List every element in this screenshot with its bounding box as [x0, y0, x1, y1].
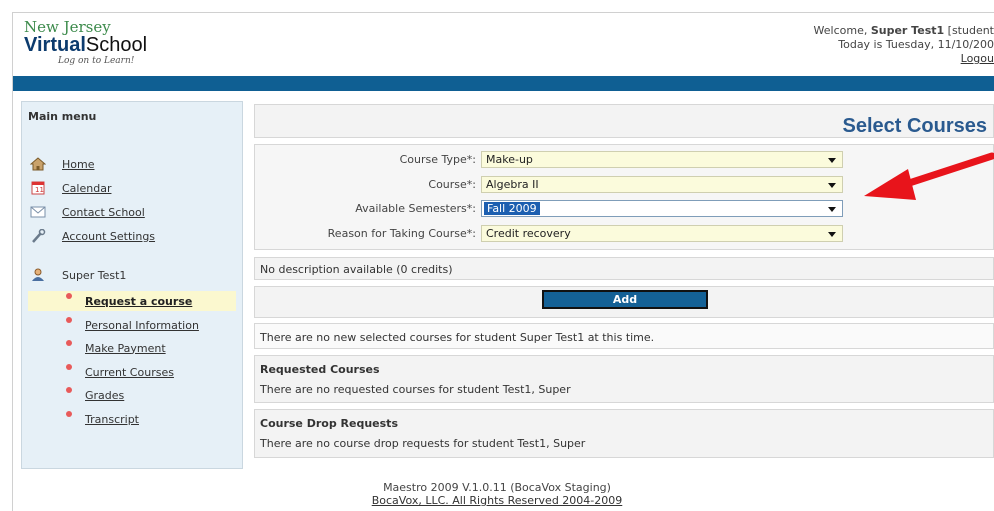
drop-requests-text: There are no course drop requests for st…	[260, 437, 586, 450]
add-button[interactable]: Add	[542, 290, 708, 309]
reason-label: Reason for Taking Course*:	[327, 227, 476, 240]
sidebar-item-current-courses[interactable]: Current Courses	[28, 362, 236, 382]
bullet-icon	[66, 387, 72, 393]
welcome-block: Welcome, Super Test1 [student Today is T…	[813, 24, 994, 65]
requested-courses-text: There are no requested courses for stude…	[260, 383, 571, 396]
main-menu-title: Main menu	[28, 110, 97, 123]
logo-line2: VirtualSchool	[24, 34, 148, 56]
copyright-link[interactable]: BocaVox, LLC. All Rights Reserved 2004-2…	[372, 494, 623, 507]
chevron-down-icon	[828, 158, 836, 163]
drop-requests-panel: Course Drop Requests There are no course…	[254, 409, 994, 458]
sidebar-item-make-payment[interactable]: Make Payment	[28, 338, 236, 358]
course-type-label: Course Type*:	[399, 153, 476, 166]
bullet-icon	[66, 364, 72, 370]
logo-line1: New Jersey	[24, 18, 111, 36]
drop-requests-heading: Course Drop Requests	[260, 417, 398, 430]
user-name: Super Test1	[870, 24, 945, 37]
bullet-icon	[66, 293, 72, 299]
sidebar-item-request-course[interactable]: Request a course	[28, 291, 236, 311]
annotation-arrow-icon	[864, 152, 994, 200]
title-panel: Select Courses	[254, 104, 994, 138]
page-title: Select Courses	[842, 115, 987, 137]
current-date: Today is Tuesday, 11/10/200	[838, 38, 994, 51]
requested-courses-heading: Requested Courses	[260, 363, 380, 376]
sidebar-item-personal-information[interactable]: Personal Information	[28, 315, 236, 335]
logout-link[interactable]: Logou	[961, 52, 994, 65]
course-type-select[interactable]: Make-up	[481, 151, 843, 168]
sidebar-item-grades[interactable]: Grades	[28, 385, 236, 405]
footer-version: Maestro 2009 V.1.0.11 (BocaVox Staging)	[383, 481, 611, 494]
user-icon	[30, 268, 46, 282]
chevron-down-icon	[828, 183, 836, 188]
course-label: Course*:	[428, 178, 476, 191]
bullet-icon	[66, 340, 72, 346]
requested-courses-panel: Requested Courses There are no requested…	[254, 355, 994, 403]
selected-courses-panel: There are no new selected courses for st…	[254, 323, 994, 349]
reason-select[interactable]: Credit recovery	[481, 225, 843, 242]
description-panel: No description available (0 credits)	[254, 257, 994, 280]
header-bar	[13, 76, 994, 91]
chevron-down-icon	[828, 207, 836, 212]
course-select[interactable]: Algebra II	[481, 176, 843, 193]
logo-tagline: Log on to Learn!	[58, 56, 135, 66]
bullet-icon	[66, 317, 72, 323]
logo[interactable]: New Jersey VirtualSchool Log on to Learn…	[24, 18, 148, 67]
semester-select[interactable]: Fall 2009	[481, 200, 843, 217]
sidebar-user: Super Test1	[30, 266, 230, 284]
chevron-down-icon	[828, 232, 836, 237]
no-new-courses-text: There are no new selected courses for st…	[260, 331, 655, 344]
bullet-icon	[66, 411, 72, 417]
sidebar-item-transcript[interactable]: Transcript	[28, 409, 236, 429]
footer-copyright: BocaVox, LLC. All Rights Reserved 2004-2…	[0, 494, 994, 507]
semester-label: Available Semesters*:	[355, 202, 476, 215]
course-description: No description available (0 credits)	[260, 263, 453, 276]
